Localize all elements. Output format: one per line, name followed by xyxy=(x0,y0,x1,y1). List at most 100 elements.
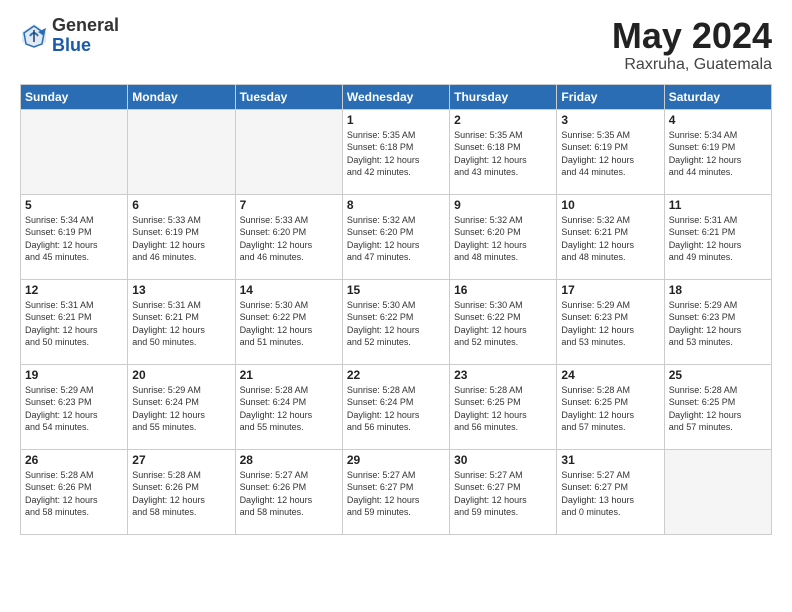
day-cell: 3Sunrise: 5:35 AM Sunset: 6:19 PM Daylig… xyxy=(557,109,664,194)
week-row-2: 12Sunrise: 5:31 AM Sunset: 6:21 PM Dayli… xyxy=(21,279,772,364)
day-info: Sunrise: 5:28 AM Sunset: 6:24 PM Dayligh… xyxy=(240,384,338,434)
col-monday: Monday xyxy=(128,84,235,109)
day-number: 30 xyxy=(454,453,552,467)
day-cell: 16Sunrise: 5:30 AM Sunset: 6:22 PM Dayli… xyxy=(450,279,557,364)
day-cell: 31 Sunrise: 5:27 AM Sunset: 6:27 PM Dayli… xyxy=(557,449,664,534)
day-cell: 26 Sunrise: 5:28 AM Sunset: 6:26 PM Dayli… xyxy=(21,449,128,534)
day-info: Sunrise: 5:30 AM Sunset: 6:22 PM Dayligh… xyxy=(347,299,445,349)
page: General Blue May 2024 Raxruha, Guatemala… xyxy=(0,0,792,551)
day-cell: 21 Sunrise: 5:28 AM Sunset: 6:24 PM Dayli… xyxy=(235,364,342,449)
col-tuesday: Tuesday xyxy=(235,84,342,109)
day-info: Sunrise: 5:30 AM Sunset: 6:22 PM Dayligh… xyxy=(454,299,552,349)
day-info: Sunrise: 5:32 AM Sunset: 6:21 PM Dayligh… xyxy=(561,214,659,264)
day-number: 15 xyxy=(347,283,445,297)
month-title: May 2024 xyxy=(612,16,772,56)
day-cell: 14Sunrise: 5:30 AM Sunset: 6:22 PM Dayli… xyxy=(235,279,342,364)
day-info: Sunrise: 5:28 AM Sunset: 6:25 PM Dayligh… xyxy=(561,384,659,434)
day-number: 11 xyxy=(669,198,767,212)
day-cell: 19 Sunrise: 5:29 AM Sunset: 6:23 PM Dayli… xyxy=(21,364,128,449)
day-info: Sunrise: 5:28 AM Sunset: 6:25 PM Dayligh… xyxy=(669,384,767,434)
day-cell: 24 Sunrise: 5:28 AM Sunset: 6:25 PM Dayli… xyxy=(557,364,664,449)
logo-icon xyxy=(20,22,48,50)
day-cell: 6 Sunrise: 5:33 AM Sunset: 6:19 PM Daylig… xyxy=(128,194,235,279)
day-number: 10 xyxy=(561,198,659,212)
day-cell: 23 Sunrise: 5:28 AM Sunset: 6:25 PM Dayli… xyxy=(450,364,557,449)
day-cell: 13 Sunrise: 5:31 AM Sunset: 6:21 PM Dayli… xyxy=(128,279,235,364)
location: Raxruha, Guatemala xyxy=(612,56,772,74)
day-number: 31 xyxy=(561,453,659,467)
day-number: 6 xyxy=(132,198,230,212)
week-row-4: 26 Sunrise: 5:28 AM Sunset: 6:26 PM Dayli… xyxy=(21,449,772,534)
day-number: 21 xyxy=(240,368,338,382)
day-cell: 5Sunrise: 5:34 AM Sunset: 6:19 PM Daylig… xyxy=(21,194,128,279)
day-info: Sunrise: 5:28 AM Sunset: 6:24 PM Dayligh… xyxy=(347,384,445,434)
day-info: Sunrise: 5:33 AM Sunset: 6:20 PM Dayligh… xyxy=(240,214,338,264)
week-row-3: 19 Sunrise: 5:29 AM Sunset: 6:23 PM Dayli… xyxy=(21,364,772,449)
week-row-1: 5Sunrise: 5:34 AM Sunset: 6:19 PM Daylig… xyxy=(21,194,772,279)
day-number: 25 xyxy=(669,368,767,382)
day-info: Sunrise: 5:27 AM Sunset: 6:27 PM Dayligh… xyxy=(347,469,445,519)
logo-text: General Blue xyxy=(52,16,119,56)
day-number: 18 xyxy=(669,283,767,297)
day-info: Sunrise: 5:29 AM Sunset: 6:23 PM Dayligh… xyxy=(25,384,123,434)
day-number: 20 xyxy=(132,368,230,382)
day-cell xyxy=(664,449,771,534)
day-info: Sunrise: 5:34 AM Sunset: 6:19 PM Dayligh… xyxy=(25,214,123,264)
col-wednesday: Wednesday xyxy=(342,84,449,109)
day-cell: 12Sunrise: 5:31 AM Sunset: 6:21 PM Dayli… xyxy=(21,279,128,364)
day-number: 24 xyxy=(561,368,659,382)
col-sunday: Sunday xyxy=(21,84,128,109)
day-info: Sunrise: 5:27 AM Sunset: 6:27 PM Dayligh… xyxy=(561,469,659,519)
title-area: May 2024 Raxruha, Guatemala xyxy=(612,16,772,74)
day-info: Sunrise: 5:31 AM Sunset: 6:21 PM Dayligh… xyxy=(669,214,767,264)
day-cell: 17Sunrise: 5:29 AM Sunset: 6:23 PM Dayli… xyxy=(557,279,664,364)
day-cell: 11 Sunrise: 5:31 AM Sunset: 6:21 PM Dayli… xyxy=(664,194,771,279)
day-cell: 7Sunrise: 5:33 AM Sunset: 6:20 PM Daylig… xyxy=(235,194,342,279)
day-cell: 20 Sunrise: 5:29 AM Sunset: 6:24 PM Dayli… xyxy=(128,364,235,449)
day-info: Sunrise: 5:27 AM Sunset: 6:27 PM Dayligh… xyxy=(454,469,552,519)
day-cell: 10 Sunrise: 5:32 AM Sunset: 6:21 PM Dayli… xyxy=(557,194,664,279)
day-info: Sunrise: 5:27 AM Sunset: 6:26 PM Dayligh… xyxy=(240,469,338,519)
day-number: 23 xyxy=(454,368,552,382)
day-cell: 25 Sunrise: 5:28 AM Sunset: 6:25 PM Dayli… xyxy=(664,364,771,449)
day-number: 8 xyxy=(347,198,445,212)
day-info: Sunrise: 5:35 AM Sunset: 6:18 PM Dayligh… xyxy=(347,129,445,179)
day-cell: 18 Sunrise: 5:29 AM Sunset: 6:23 PM Dayli… xyxy=(664,279,771,364)
day-info: Sunrise: 5:28 AM Sunset: 6:25 PM Dayligh… xyxy=(454,384,552,434)
day-number: 22 xyxy=(347,368,445,382)
day-cell: 1 Sunrise: 5:35 AM Sunset: 6:18 PM Daylig… xyxy=(342,109,449,194)
day-number: 3 xyxy=(561,113,659,127)
day-cell: 15 Sunrise: 5:30 AM Sunset: 6:22 PM Dayli… xyxy=(342,279,449,364)
day-number: 19 xyxy=(25,368,123,382)
day-number: 26 xyxy=(25,453,123,467)
day-info: Sunrise: 5:29 AM Sunset: 6:23 PM Dayligh… xyxy=(561,299,659,349)
day-cell: 28 Sunrise: 5:27 AM Sunset: 6:26 PM Dayli… xyxy=(235,449,342,534)
day-cell: 8Sunrise: 5:32 AM Sunset: 6:20 PM Daylig… xyxy=(342,194,449,279)
day-number: 13 xyxy=(132,283,230,297)
day-number: 28 xyxy=(240,453,338,467)
day-cell xyxy=(235,109,342,194)
day-number: 9 xyxy=(454,198,552,212)
day-cell: 9 Sunrise: 5:32 AM Sunset: 6:20 PM Daylig… xyxy=(450,194,557,279)
day-cell xyxy=(128,109,235,194)
col-saturday: Saturday xyxy=(664,84,771,109)
day-info: Sunrise: 5:28 AM Sunset: 6:26 PM Dayligh… xyxy=(25,469,123,519)
day-cell: 30 Sunrise: 5:27 AM Sunset: 6:27 PM Dayli… xyxy=(450,449,557,534)
day-info: Sunrise: 5:32 AM Sunset: 6:20 PM Dayligh… xyxy=(454,214,552,264)
calendar-table: Sunday Monday Tuesday Wednesday Thursday… xyxy=(20,84,772,535)
logo: General Blue xyxy=(20,16,119,56)
header-row: Sunday Monday Tuesday Wednesday Thursday… xyxy=(21,84,772,109)
day-info: Sunrise: 5:29 AM Sunset: 6:23 PM Dayligh… xyxy=(669,299,767,349)
day-number: 2 xyxy=(454,113,552,127)
day-info: Sunrise: 5:35 AM Sunset: 6:18 PM Dayligh… xyxy=(454,129,552,179)
day-number: 1 xyxy=(347,113,445,127)
col-friday: Friday xyxy=(557,84,664,109)
logo-blue-text: Blue xyxy=(52,36,119,56)
day-info: Sunrise: 5:31 AM Sunset: 6:21 PM Dayligh… xyxy=(132,299,230,349)
day-info: Sunrise: 5:33 AM Sunset: 6:19 PM Dayligh… xyxy=(132,214,230,264)
day-info: Sunrise: 5:29 AM Sunset: 6:24 PM Dayligh… xyxy=(132,384,230,434)
week-row-0: 1 Sunrise: 5:35 AM Sunset: 6:18 PM Daylig… xyxy=(21,109,772,194)
day-cell: 27Sunrise: 5:28 AM Sunset: 6:26 PM Dayli… xyxy=(128,449,235,534)
logo-general-text: General xyxy=(52,16,119,36)
day-number: 27 xyxy=(132,453,230,467)
